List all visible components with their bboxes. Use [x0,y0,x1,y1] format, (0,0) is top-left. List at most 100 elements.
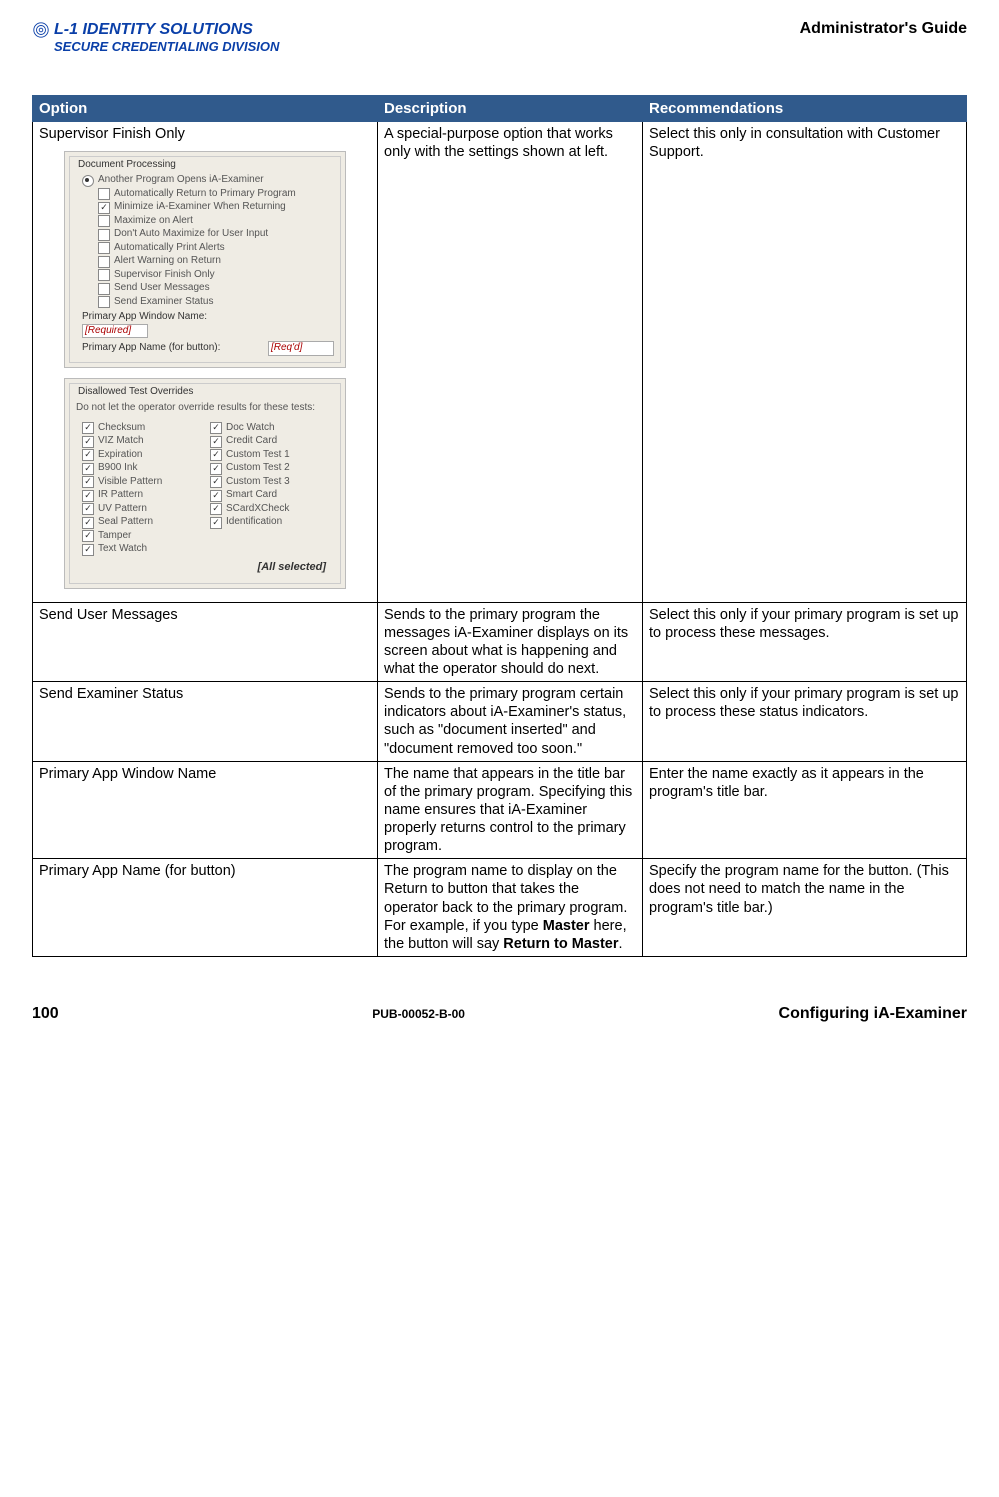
field-label: Primary App Name (for button): [82,342,220,355]
checkbox-option: Alert Warning on Return [98,255,334,268]
th-description: Description [378,95,643,121]
checkbox-label: Checksum [98,422,145,435]
checkbox-label: Doc Watch [226,422,275,435]
checkbox-icon [82,449,94,461]
publication-id: PUB-00052-B-00 [372,1007,465,1021]
description-cell: The program name to display on the Retur… [378,859,643,957]
recommendation-cell: Select this only if your primary program… [643,602,967,682]
recommendation-cell: Specify the program name for the button.… [643,859,967,957]
checkbox-option: B900 Ink [82,462,200,475]
checkbox-option: Text Watch [82,543,200,556]
screenshot-disallowed-overrides: Disallowed Test Overrides Do not let the… [64,378,346,589]
field-value: [Required] [82,324,148,339]
checkbox-option: Custom Test 2 [210,462,328,475]
checkbox-label: Tamper [98,530,131,543]
screenshot-document-processing: Document Processing Another Program Open… [64,151,346,368]
checkbox-option: IR Pattern [82,489,200,502]
checkbox-label: Custom Test 1 [226,449,290,462]
checkbox-option: Smart Card [210,489,328,502]
th-recommendations: Recommendations [643,95,967,121]
checkbox-label: B900 Ink [98,462,137,475]
checkbox-option: Doc Watch [210,422,328,435]
logo-text-line2: SECURE CREDENTIALING DIVISION [32,39,279,55]
fingerprint-icon [32,21,50,39]
checkbox-option: Tamper [82,530,200,543]
checkbox-icon [98,202,110,214]
guide-title: Administrator's Guide [800,20,967,38]
checkbox-label: Maximize on Alert [114,215,193,228]
table-row: Primary App Name (for button) The progra… [33,859,967,957]
description-cell: Sends to the primary program certain ind… [378,682,643,762]
options-table: Option Description Recommendations Super… [32,95,967,957]
checkbox-icon [210,476,222,488]
recommendation-cell: Select this only in consultation with Cu… [643,121,967,602]
description-cell: Sends to the primary program the message… [378,602,643,682]
logo: L-1 IDENTITY SOLUTIONS SECURE CREDENTIAL… [32,20,279,55]
checkbox-option: Automatically Return to Primary Program [98,188,334,201]
checkbox-label: Send Examiner Status [114,296,214,309]
checkbox-label: Don't Auto Maximize for User Input [114,228,268,241]
logo-text-line1: L-1 IDENTITY SOLUTIONS [54,20,253,39]
checkbox-icon [82,517,94,529]
checkbox-option: Custom Test 3 [210,476,328,489]
radio-label: Another Program Opens iA-Examiner [98,174,264,187]
option-title: Send User Messages [33,602,378,682]
checkbox-icon [82,463,94,475]
checkbox-icon [82,476,94,488]
checkbox-icon [82,490,94,502]
checkbox-label: Smart Card [226,489,277,502]
checkbox-label: Custom Test 2 [226,462,290,475]
checkbox-icon [210,463,222,475]
page-number: 100 [32,1005,59,1023]
checkbox-icon [98,296,110,308]
checkbox-option: VIZ Match [82,435,200,448]
checkbox-label: Automatically Return to Primary Program [114,188,296,201]
option-title: Supervisor Finish Only [39,125,371,143]
th-option: Option [33,95,378,121]
checkbox-icon [82,422,94,434]
table-row: Primary App Window Name The name that ap… [33,761,967,859]
checkbox-icon [210,449,222,461]
checkbox-label: Text Watch [98,543,147,556]
all-selected-note: [All selected] [76,561,334,577]
field-value: [Req'd] [268,341,334,356]
checkbox-option: Expiration [82,449,200,462]
checkbox-label: VIZ Match [98,435,144,448]
checkbox-label: IR Pattern [98,489,143,502]
checkbox-icon [82,530,94,542]
option-title: Primary App Window Name [33,761,378,859]
checkbox-option: Visible Pattern [82,476,200,489]
groupbox-label: Disallowed Test Overrides [76,386,195,397]
table-row: Send User Messages Sends to the primary … [33,602,967,682]
checkbox-option: Checksum [82,422,200,435]
checkbox-icon [82,436,94,448]
recommendation-cell: Enter the name exactly as it appears in … [643,761,967,859]
checkbox-option: Send Examiner Status [98,296,334,309]
checkbox-option: Identification [210,516,328,529]
checkbox-option: UV Pattern [82,503,200,516]
checkbox-label: Alert Warning on Return [114,255,221,268]
checkbox-icon [210,422,222,434]
field-label: Primary App Window Name: [82,311,334,324]
checkbox-option: Maximize on Alert [98,215,334,228]
checkbox-label: Seal Pattern [98,516,153,529]
table-row: Send Examiner Status Sends to the primar… [33,682,967,762]
checkbox-label: Automatically Print Alerts [114,242,225,255]
radio-icon [82,175,94,187]
description-cell: A special-purpose option that works only… [378,121,643,602]
checkbox-icon [82,503,94,515]
page-header: L-1 IDENTITY SOLUTIONS SECURE CREDENTIAL… [32,20,967,55]
checkbox-icon [210,517,222,529]
description-cell: The name that appears in the title bar o… [378,761,643,859]
checkbox-label: Send User Messages [114,282,210,295]
checkbox-icon [210,436,222,448]
checkbox-label: Identification [226,516,282,529]
checkbox-label: Visible Pattern [98,476,162,489]
checkbox-icon [98,215,110,227]
checkbox-icon [98,283,110,295]
checkbox-option: Credit Card [210,435,328,448]
checkbox-label: UV Pattern [98,503,147,516]
checkbox-icon [82,544,94,556]
checkbox-icon [98,188,110,200]
checkbox-option: Automatically Print Alerts [98,242,334,255]
